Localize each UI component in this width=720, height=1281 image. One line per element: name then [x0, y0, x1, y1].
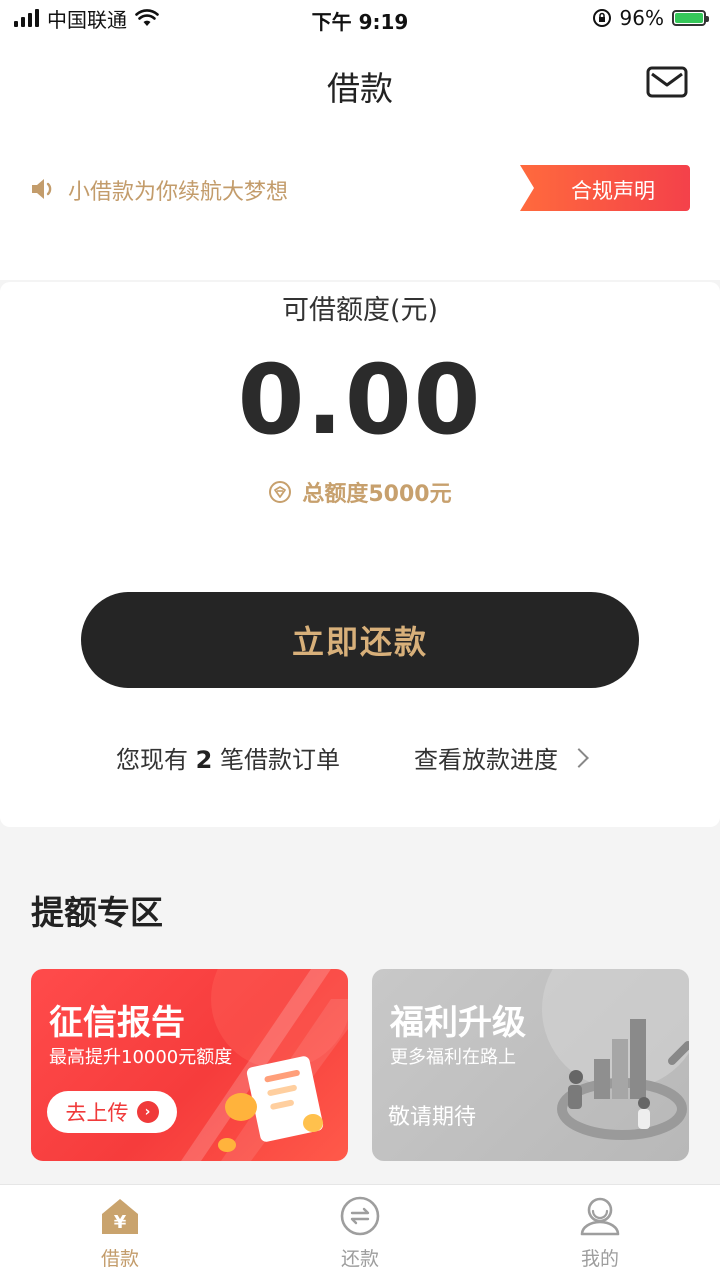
- tab-borrow-label: 借款: [100, 1248, 139, 1270]
- available-label: 可借额度(元): [281, 295, 439, 326]
- upload-button[interactable]: 去上传 ›: [47, 1091, 177, 1133]
- upload-label: 去上传: [65, 1101, 129, 1125]
- tab-repay[interactable]: 还款: [300, 1196, 420, 1271]
- status-right: 96%: [592, 6, 709, 30]
- compliance-button[interactable]: 合规声明: [548, 175, 678, 205]
- repay-exchange-icon: [340, 1196, 380, 1236]
- total-quota: 总额度5000元: [0, 476, 720, 508]
- benefit-upgrade-subtitle: 更多福利在路上: [390, 1047, 516, 1068]
- repay-now-button[interactable]: 立即还款: [81, 592, 639, 688]
- home-yuan-icon: ¥: [102, 1199, 138, 1234]
- section-title: 提额专区: [31, 893, 163, 932]
- arrow-right-icon: ›: [136, 1101, 159, 1123]
- benefit-upgrade-card: 福利升级 更多福利在路上 敬请期待: [372, 969, 689, 1161]
- loan-progress-link[interactable]: 查看放款进度: [414, 740, 589, 775]
- battery-percent: 96%: [619, 6, 664, 30]
- mail-icon[interactable]: [646, 66, 688, 98]
- tab-repay-label: 还款: [340, 1248, 379, 1270]
- credit-report-subtitle: 最高提升10000元额度: [49, 1047, 233, 1068]
- orders-count: 2: [195, 746, 213, 774]
- orders-summary[interactable]: 您现有 2 笔借款订单: [116, 740, 340, 775]
- total-quota-label: 总额度5000元: [302, 482, 452, 507]
- svg-text:¥: ¥: [114, 1212, 127, 1233]
- orders-prefix: 您现有: [116, 746, 188, 774]
- tab-mine[interactable]: 我的: [540, 1196, 660, 1271]
- page-title: 借款: [327, 69, 393, 108]
- notice-text: 小借款为你续航大梦想: [68, 180, 289, 205]
- available-amount: 0.00: [237, 344, 483, 456]
- tab-borrow[interactable]: ¥ 借款: [60, 1196, 180, 1271]
- progress-label: 查看放款进度: [414, 746, 558, 774]
- orientation-lock-icon: [592, 9, 611, 27]
- tab-mine-label: 我的: [580, 1248, 619, 1270]
- speaker-icon: [32, 179, 52, 199]
- battery-icon: [672, 10, 709, 26]
- orders-suffix: 笔借款订单: [219, 746, 340, 774]
- credit-report-title: 征信报告: [49, 1003, 185, 1043]
- shield-icon: [269, 481, 292, 503]
- chevron-right-icon: [569, 747, 589, 768]
- coming-soon-label: 敬请期待: [388, 1105, 477, 1130]
- profile-icon: [580, 1197, 620, 1236]
- benefit-upgrade-title: 福利升级: [390, 1003, 526, 1043]
- credit-report-card[interactable]: 征信报告 最高提升10000元额度 去上传 ›: [31, 969, 348, 1161]
